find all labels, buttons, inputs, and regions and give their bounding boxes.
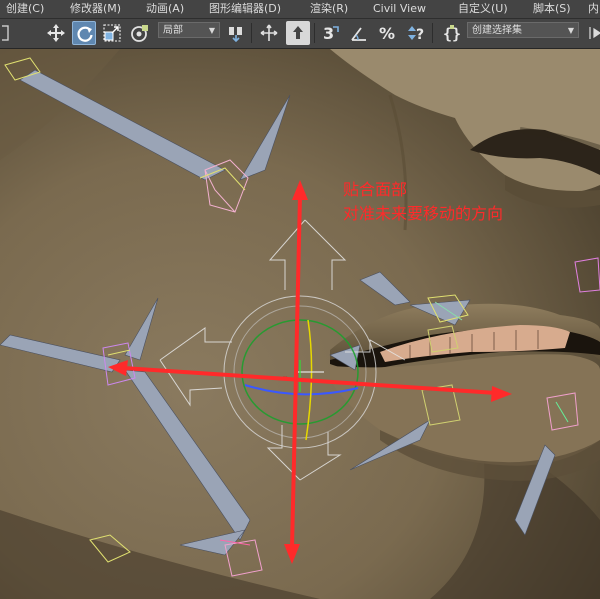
move-icon[interactable] (44, 21, 68, 45)
snaps-toggle-icon[interactable]: 3 (319, 21, 343, 45)
svg-text:3: 3 (323, 24, 334, 43)
chevron-down-icon: ▼ (208, 26, 215, 35)
main-toolbar: 局部 ▼ 3 % ? {} 创建选择集 ▼ (0, 19, 600, 49)
menu-content[interactable]: 内 (588, 0, 599, 18)
scale-icon[interactable] (100, 21, 124, 45)
select-manipulate-icon[interactable] (257, 21, 281, 45)
named-selection-set-dropdown[interactable]: 创建选择集 ▼ (467, 22, 579, 38)
reference-coordinate-dropdown[interactable]: 局部 ▼ (158, 22, 220, 38)
pivot-center-icon[interactable] (224, 21, 248, 45)
coordinate-system-value: 局部 (163, 25, 183, 36)
angle-snap-icon[interactable] (347, 21, 371, 45)
spinner-snap-icon[interactable]: ? (403, 21, 427, 45)
edit-named-selection-icon[interactable]: {} (440, 21, 464, 45)
viewport-scene: x (0, 49, 600, 599)
menu-bar: 创建(C) 修改器(M) 动画(A) 图形编辑器(D) 渲染(R) Civil … (0, 0, 600, 19)
selection-set-placeholder: 创建选择集 (472, 25, 522, 36)
place-icon[interactable] (128, 21, 152, 45)
menu-create[interactable]: 创建(C) (6, 0, 44, 18)
perspective-viewport[interactable]: x 贴合面部 对准未来要移动的方向 (0, 49, 600, 599)
menu-graph-editors[interactable]: 图形编辑器(D) (209, 0, 281, 18)
toolbar-separator (314, 23, 315, 43)
menu-scripting[interactable]: 脚本(S) (533, 0, 571, 18)
toolbar-separator (432, 23, 433, 43)
svg-text:%: % (379, 24, 395, 43)
menu-customize[interactable]: 自定义(U) (458, 0, 508, 18)
percent-snap-icon[interactable]: % (375, 21, 399, 45)
toolbar-separator (251, 23, 252, 43)
menu-modifiers[interactable]: 修改器(M) (70, 0, 121, 18)
annotation-line-2: 对准未来要移动的方向 (343, 204, 504, 223)
chevron-down-icon: ▼ (567, 26, 574, 35)
keyboard-shortcut-override-icon[interactable] (286, 21, 310, 45)
mirror-icon[interactable] (586, 21, 600, 45)
rotate-icon[interactable] (72, 21, 96, 45)
menu-animation[interactable]: 动画(A) (146, 0, 184, 18)
3dsmax-window: 创建(C) 修改器(M) 动画(A) 图形编辑器(D) 渲染(R) Civil … (0, 0, 600, 599)
svg-text:?: ? (416, 27, 424, 43)
menu-civil-view[interactable]: Civil View (373, 0, 426, 18)
select-region-icon[interactable] (0, 21, 9, 45)
menu-rendering[interactable]: 渲染(R) (310, 0, 348, 18)
annotation-line-1: 贴合面部 (343, 180, 408, 199)
